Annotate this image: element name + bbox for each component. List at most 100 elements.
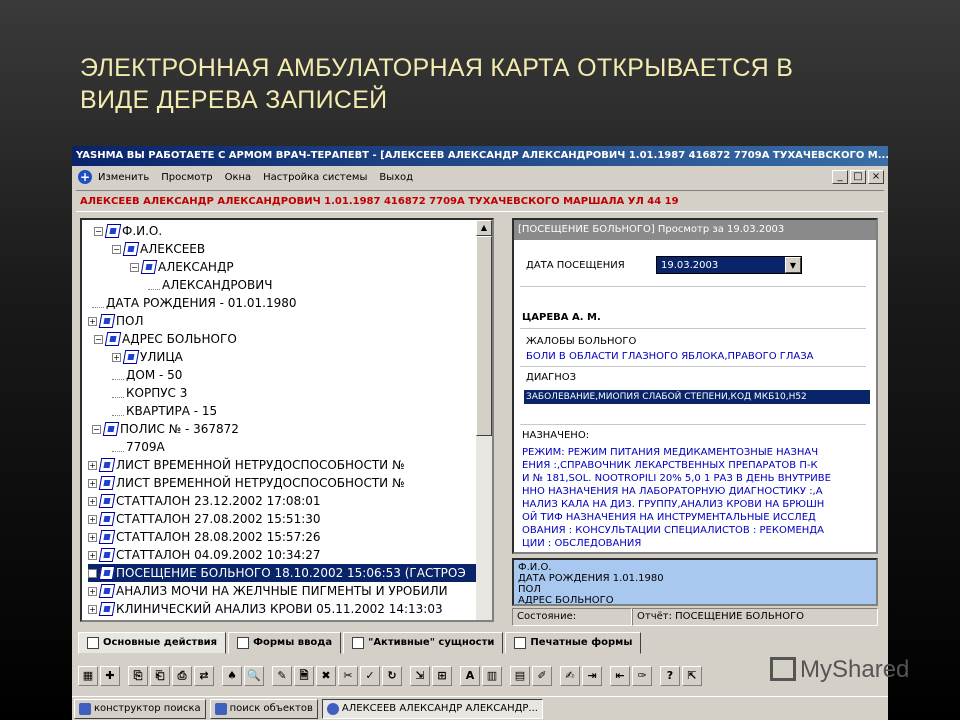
visit-panel: [ПОСЕЩЕНИЕ БОЛЬНОГО] Просмотр за 19.03.2… — [512, 218, 878, 554]
expand-icon[interactable]: + — [88, 514, 97, 524]
menu-item-edit[interactable]: Изменить — [98, 172, 149, 183]
expand-icon[interactable]: + — [88, 478, 97, 488]
tree-node[interactable]: + СТАТТАЛОН 23.12.2002 17:08:01 — [88, 492, 321, 510]
minimize-icon[interactable]: _ — [832, 170, 848, 184]
delete-icon[interactable]: ✖ — [316, 666, 336, 686]
task-object-search[interactable]: поиск объектов — [209, 699, 318, 719]
tree-node[interactable]: + СТАТТАЛОН 27.08.2002 15:51:30 — [88, 510, 321, 528]
color-grid-icon[interactable]: ▥ — [482, 666, 502, 686]
task-patient-card[interactable]: АЛЕКСЕЕВ АЛЕКСАНДР АЛЕКСАНДР... — [321, 699, 543, 719]
window-titlebar[interactable]: YASHMA ВЫ РАБОТАЕТЕ С АРМОМ ВРАЧ-ТЕРАПЕВ… — [72, 146, 888, 166]
copy-icon[interactable]: ⎘ — [128, 666, 148, 686]
tree-node[interactable]: + ЛИСТ ВРЕМЕННОЙ НЕТРУДОСПОСОБНОСТИ № — [88, 456, 404, 474]
tree-node[interactable]: + СТАТТАЛОН 28.08.2002 15:57:26 — [88, 528, 321, 546]
collapse-icon[interactable]: − — [112, 244, 121, 254]
collapse-icon[interactable]: − — [130, 262, 139, 272]
tree-node[interactable]: КОРПУС 3 — [112, 384, 187, 402]
tab-input-forms[interactable]: Формы ввода — [228, 632, 342, 654]
tree-node[interactable]: АЛЕКСАНДРОВИЧ — [148, 276, 272, 294]
binoculars-icon[interactable]: ♠ — [222, 666, 242, 686]
close-icon[interactable]: × — [868, 170, 884, 184]
tree-node[interactable]: ДАТА РОЖДЕНИЯ - 01.01.1980 — [92, 294, 297, 312]
table-icon[interactable]: ⊞ — [432, 666, 452, 686]
visit-date-select[interactable]: 19.03.2003 ▼ — [656, 256, 802, 274]
tree-node[interactable]: + ЛИСТ ВРЕМЕННОЙ НЕТРУДОСПОСОБНОСТИ № — [88, 474, 404, 492]
tab-active-entities[interactable]: "Активные" сущности — [343, 632, 504, 654]
window-taskbar: конструктор поиска поиск объектов АЛЕКСЕ… — [72, 696, 888, 720]
expand-icon[interactable]: + — [88, 604, 97, 614]
menu-item-exit[interactable]: Выход — [379, 172, 413, 183]
tree-scrollbar[interactable]: ▲ — [476, 220, 492, 620]
text-A-icon[interactable]: A — [460, 666, 480, 686]
tree-node[interactable]: ДОМ - 50 — [112, 366, 182, 384]
tree-node[interactable]: + СТАТТАЛОН 04.09.2002 10:34:27 — [88, 546, 321, 564]
preview-line: АДРЕС БОЛЬНОГО — [518, 595, 614, 606]
brush-icon[interactable]: ✑ — [632, 666, 652, 686]
chart-icon[interactable]: ⇲ — [410, 666, 430, 686]
menu-item-windows[interactable]: Окна — [225, 172, 252, 183]
list-icon[interactable]: ▤ — [510, 666, 530, 686]
tree-node-label: КЛИНИЧЕСКИЙ АНАЛИЗ КРОВИ 05.11.2002 14:1… — [116, 602, 443, 616]
expand-icon[interactable]: + — [88, 532, 97, 542]
tree-node[interactable]: + ПОСЕЩЕНИЕ БОЛЬНОГО 18.10.2002 15:06:53 … — [88, 564, 476, 582]
tree-node[interactable]: − АЛЕКСЕЕВ — [112, 240, 205, 258]
patient-header: АЛЕКСЕЕВ АЛЕКСАНДР АЛЕКСАНДРОВИЧ 1.01.19… — [76, 190, 884, 212]
help-icon[interactable]: ? — [660, 666, 680, 686]
tree-node[interactable]: + КЛИНИЧЕСКИЙ АНАЛИЗ КРОВИ 05.11.2002 14:… — [88, 600, 443, 618]
record-icon — [98, 458, 116, 472]
search-doc-icon[interactable]: 🗎 — [294, 666, 314, 686]
diagnosis-value[interactable]: ЗАБОЛЕВАНИЕ,МИОПИЯ СЛАБОЙ СТЕПЕНИ,КОД МК… — [524, 390, 870, 404]
arrows-icon[interactable]: ⇄ — [194, 666, 214, 686]
visit-date-label: ДАТА ПОСЕЩЕНИЯ — [526, 260, 625, 271]
expand-icon[interactable]: + — [88, 460, 97, 470]
prescribed-line: НАЛИЗ КАЛА НА ДИЗ. ГРУППУ,АНАЛИЗ КРОВИ Н… — [522, 499, 825, 510]
expand-icon[interactable]: + — [88, 496, 97, 506]
collapse-icon[interactable]: − — [92, 424, 101, 434]
collapse-icon[interactable]: − — [94, 226, 103, 236]
tree-node[interactable]: + УЛИЦА — [112, 348, 183, 366]
import-icon[interactable]: ⇤ — [610, 666, 630, 686]
grid-icon[interactable]: ▦ — [78, 666, 98, 686]
window-controls: _ □ × — [832, 170, 884, 184]
tab-print-forms[interactable]: Печатные формы — [505, 632, 642, 654]
cut-icon[interactable]: ✂ — [338, 666, 358, 686]
divider — [520, 328, 866, 329]
summary-preview[interactable]: Ф.И.О. ДАТА РОЖДЕНИЯ 1.01.1980 ПОЛ АДРЕС… — [512, 558, 878, 606]
tree-node-label: ДАТА РОЖДЕНИЯ - 01.01.1980 — [106, 296, 297, 310]
tree-connector — [148, 281, 160, 290]
menu-item-settings[interactable]: Настройка системы — [263, 172, 367, 183]
tree-node[interactable]: + АНАЛИЗ МОЧИ НА ЖЕЛЧНЫЕ ПИГМЕНТЫ И УРОБИ… — [88, 582, 448, 600]
exit-icon[interactable]: ⇱ — [682, 666, 702, 686]
note-icon[interactable]: ✍ — [560, 666, 580, 686]
task-search-builder[interactable]: конструктор поиска — [74, 699, 206, 719]
maximize-icon[interactable]: □ — [850, 170, 866, 184]
print-icon[interactable]: ⎙ — [172, 666, 192, 686]
chevron-down-icon[interactable]: ▼ — [785, 257, 801, 273]
tree-node[interactable]: − АДРЕС БОЛЬНОГО — [94, 330, 237, 348]
refresh-icon[interactable]: ↻ — [382, 666, 402, 686]
expand-icon[interactable]: + — [88, 550, 97, 560]
scroll-thumb[interactable] — [476, 236, 492, 436]
flag-icon[interactable]: ✚ — [100, 666, 120, 686]
collapse-icon[interactable]: − — [94, 334, 103, 344]
export-icon[interactable]: ⇥ — [582, 666, 602, 686]
scroll-up-icon[interactable]: ▲ — [476, 220, 492, 236]
expand-icon[interactable]: + — [88, 586, 97, 596]
tree-node[interactable]: + ПОЛ — [88, 312, 144, 330]
tree-node[interactable]: − АЛЕКСАНДР — [130, 258, 234, 276]
expand-icon[interactable]: + — [88, 568, 97, 578]
record-tree[interactable]: − Ф.И.О. − АЛЕКСЕЕВ − АЛЕКСАНДР АЛЕКСАНДРОВИЧ Д… — [80, 218, 494, 622]
expand-icon[interactable]: + — [88, 316, 97, 326]
menu-item-view[interactable]: Просмотр — [161, 172, 212, 183]
tree-node[interactable]: − Ф.И.О. — [94, 222, 162, 240]
zoom-icon[interactable]: 🔍 — [244, 666, 264, 686]
tree-node[interactable]: 7709А — [112, 438, 165, 456]
tree-node[interactable]: КВАРТИРА - 15 — [112, 402, 217, 420]
expand-icon[interactable]: + — [112, 352, 121, 362]
pen-icon[interactable]: ✐ — [532, 666, 552, 686]
tab-main-actions[interactable]: Основные действия — [78, 632, 227, 654]
edit-icon[interactable]: ✎ — [272, 666, 292, 686]
tree-node[interactable]: − ПОЛИС № - 367872 — [92, 420, 239, 438]
mark-icon[interactable]: ✓ — [360, 666, 380, 686]
paste-icon[interactable]: ⎗ — [150, 666, 170, 686]
